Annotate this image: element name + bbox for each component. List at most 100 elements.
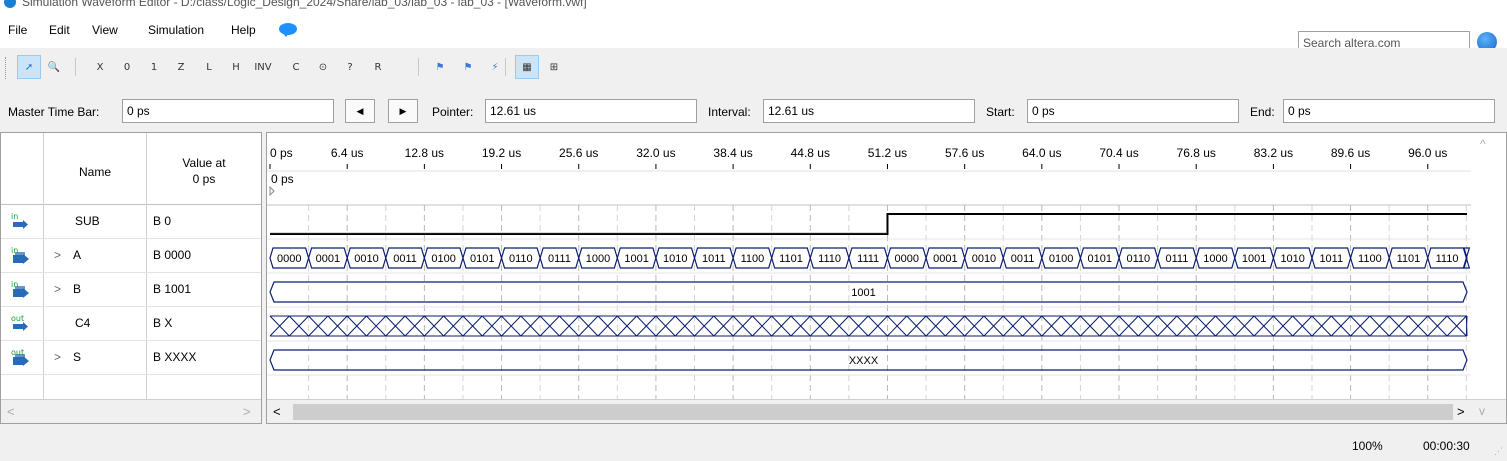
unknown-segment <box>1157 315 1178 337</box>
weak-low-button[interactable]: L <box>197 55 221 79</box>
signal-table-header: Name Value at 0 ps <box>1 133 261 205</box>
signal-row[interactable]: in > A B 0000 <box>1 239 261 273</box>
window-title-bar: Simulation Waveform Editor - D:/class/Lo… <box>0 0 1507 10</box>
count-value-button[interactable]: C <box>284 55 308 79</box>
random-values-button[interactable]: R <box>366 55 390 79</box>
unknown-segment <box>829 315 850 337</box>
forcing-high-icon: 1 <box>150 61 158 73</box>
overwrite-clock-button[interactable]: ⊙ <box>311 55 335 79</box>
unknown-segment <box>462 315 483 337</box>
run-timing-simulation-button[interactable]: ⚑ <box>456 55 480 79</box>
signal-name: S <box>73 350 82 364</box>
unknown-segment <box>1465 315 1468 337</box>
expand-chevron-icon[interactable]: > <box>54 248 61 262</box>
master-time-bar-field[interactable]: 0 ps <box>122 99 334 123</box>
unknown-segment <box>674 315 695 337</box>
time-tick-label: 51.2 us <box>868 146 907 160</box>
run-functional-simulation-icon: ⚑ <box>435 61 445 73</box>
bus-value-label: 0001 <box>933 253 957 265</box>
menu-view[interactable]: View <box>92 23 118 37</box>
bus-value-label: 1001 <box>1242 253 1266 265</box>
bus-value-label: 0111 <box>1165 253 1188 265</box>
bus-value-label: 1100 <box>1358 253 1382 265</box>
signal-value: B X <box>153 316 173 330</box>
selection-tool-icon: ➚ <box>24 61 34 73</box>
scroll-right-icon[interactable]: > <box>1457 404 1465 419</box>
unknown-segment <box>752 315 773 337</box>
menu-file[interactable]: File <box>8 23 27 37</box>
forcing-high-button[interactable]: 1 <box>142 55 166 79</box>
unknown-segment <box>1215 315 1236 337</box>
zoom-tool-button[interactable]: 🔍 <box>42 55 66 79</box>
snap-to-grid-button[interactable]: ▦ <box>515 55 539 79</box>
menu-simulation[interactable]: Simulation <box>148 23 204 37</box>
expand-chevron-icon[interactable]: > <box>54 350 61 364</box>
bus-value-label: 1000 <box>1203 253 1227 265</box>
scroll-left-icon[interactable]: < <box>7 404 15 419</box>
scroll-left-icon[interactable]: < <box>273 404 281 419</box>
unknown-segment <box>1137 315 1158 337</box>
resize-grip-icon[interactable]: ⋰ <box>1494 446 1503 457</box>
unknown-segment <box>346 315 367 337</box>
names-horizontal-scrollbar[interactable]: < > <box>1 399 261 423</box>
scroll-thumb[interactable] <box>293 404 1453 420</box>
bus-value-label: 1110 <box>1436 253 1459 265</box>
bus-value-label: 1101 <box>1397 253 1421 265</box>
scroll-up-icon[interactable]: ^ <box>1480 137 1486 151</box>
unknown-segment <box>925 315 946 337</box>
scroll-right-icon[interactable]: > <box>243 404 251 419</box>
waveform-a: 0000 0001 0010 0011 0100 0101 0110 0111 1000 1001… <box>269 247 1471 269</box>
high-impedance-button[interactable]: Z <box>169 55 193 79</box>
signal-name: A <box>73 248 82 262</box>
invert-button[interactable]: INV <box>251 55 275 79</box>
menu-edit[interactable]: Edit <box>49 23 70 37</box>
signal-row[interactable]: in > B B 1001 <box>1 273 261 307</box>
signal-row[interactable]: in SUB B 0 <box>1 205 261 239</box>
forcing-low-button[interactable]: 0 <box>115 55 139 79</box>
chat-icon[interactable] <box>279 23 297 37</box>
name-column-header[interactable]: Name <box>45 165 145 179</box>
value-column-header[interactable]: Value at 0 ps <box>149 155 259 187</box>
unknown-segment <box>288 315 309 337</box>
svg-text:out: out <box>11 348 24 357</box>
zoom-tool-icon: 🔍 <box>47 61 61 73</box>
zoom-level: 100% <box>1352 439 1383 453</box>
scroll-down-icon[interactable]: v <box>1479 404 1485 418</box>
signal-value: B 0000 <box>153 248 192 262</box>
signal-row[interactable]: out > S B XXXX <box>1 341 261 375</box>
bus-value-label: 1110 <box>818 253 841 265</box>
selection-tool-button[interactable]: ➚ <box>17 55 41 79</box>
unknown-segment <box>520 315 541 337</box>
toolbar-grip[interactable] <box>5 57 8 79</box>
waveform-panel[interactable]: 0 ps 6.4 us 12.8 us 19.2 us 25.6 us 32.0 us 38… <box>266 132 1507 424</box>
generate-netlist-icon: ⚡ <box>491 61 499 73</box>
arbitrary-value-button[interactable]: ? <box>338 55 362 79</box>
time-bar: Master Time Bar: 0 ps ◀ ▶ Pointer: 12.61… <box>0 86 1507 136</box>
unknown-segment <box>1253 315 1274 337</box>
arrow-right-icon: ▶ <box>399 105 407 116</box>
signal-row[interactable]: out C4 B X <box>1 307 261 341</box>
forcing-unknown-button[interactable]: X <box>88 55 112 79</box>
bus-value-label: 1011 <box>1319 253 1343 265</box>
previous-transition-button[interactable]: ◀ <box>345 99 375 123</box>
svg-text:out: out <box>11 314 24 323</box>
group-button[interactable]: ⊞ <box>542 55 566 79</box>
run-functional-simulation-button[interactable]: ⚑ <box>428 55 452 79</box>
status-bar: 100% 00:00:30 ⋰ <box>0 424 1507 461</box>
svg-text:in: in <box>11 212 18 221</box>
weak-high-button[interactable]: H <box>224 55 248 79</box>
bus-value-label: 0011 <box>1011 253 1035 265</box>
menu-help[interactable]: Help <box>231 23 256 37</box>
unknown-segment <box>366 315 387 337</box>
signal-names-panel: Name Value at 0 ps in SUB B 0 in > A B 0000 in >… <box>0 132 262 424</box>
waveform-horizontal-scrollbar[interactable]: < > v <box>267 399 1506 423</box>
next-transition-button[interactable]: ▶ <box>388 99 418 123</box>
generate-netlist-button[interactable]: ⚡ <box>483 55 507 79</box>
waveform-c4 <box>269 315 1468 337</box>
elapsed-time: 00:00:30 <box>1423 439 1470 453</box>
waveform-vertical-scrollbar[interactable]: ^ <box>1474 133 1506 399</box>
expand-chevron-icon[interactable]: > <box>54 282 61 296</box>
unknown-segment <box>481 315 502 337</box>
unknown-segment <box>694 315 715 337</box>
waveform-canvas[interactable]: 0 ps 6.4 us 12.8 us 19.2 us 25.6 us 32.0 us 38… <box>267 133 1474 399</box>
